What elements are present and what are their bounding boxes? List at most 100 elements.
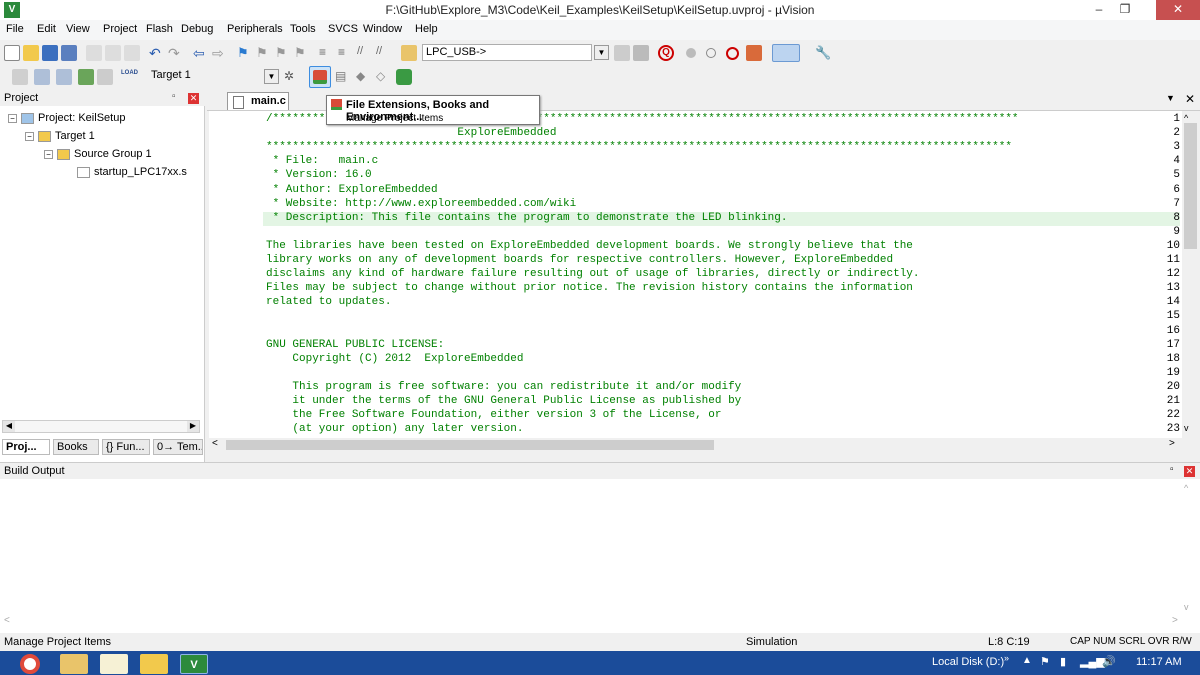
code-line[interactable]: the Free Software Foundation, either ver…: [266, 409, 721, 421]
uvision-taskbar-icon[interactable]: V: [180, 654, 208, 674]
panel-tab[interactable]: Books: [53, 439, 99, 455]
file-explorer-icon[interactable]: [60, 654, 88, 674]
network-icon[interactable]: ▂▄▆: [1080, 655, 1105, 668]
minimize-button[interactable]: –: [1086, 0, 1112, 20]
code-line[interactable]: ****************************************…: [266, 141, 1012, 153]
code-line[interactable]: Copyright (C) 2012 ExploreEmbedded: [266, 353, 523, 365]
target-select[interactable]: Target 1: [148, 68, 263, 85]
uncomment-icon[interactable]: //: [376, 45, 392, 61]
chevron-right-icon[interactable]: >: [1169, 438, 1175, 449]
menu-peripherals[interactable]: Peripherals: [227, 23, 283, 35]
restore-button[interactable]: ❐: [1112, 0, 1138, 20]
pack-installer-icon[interactable]: ◇: [376, 69, 392, 85]
tree-item[interactable]: − Project: KeilSetup: [8, 112, 125, 124]
scrollbar-thumb[interactable]: [226, 440, 714, 450]
pin-icon[interactable]: ▫: [1170, 464, 1174, 475]
code-line[interactable]: * Website: http://www.exploreembedded.co…: [266, 198, 577, 210]
save-icon[interactable]: [42, 45, 58, 61]
pin-icon[interactable]: ▫: [172, 91, 176, 102]
find-in-files-icon[interactable]: [401, 45, 417, 61]
code-line[interactable]: related to updates.: [266, 296, 391, 308]
chevron-down-icon[interactable]: v: [1184, 423, 1189, 433]
unindent-icon[interactable]: ≡: [338, 45, 354, 61]
show-hidden-icons-icon[interactable]: ▲: [1022, 655, 1032, 666]
wrench-icon[interactable]: 🔧: [815, 45, 831, 61]
code-line[interactable]: Files may be subject to change without p…: [266, 282, 913, 294]
find-combo[interactable]: LPC_USB->: [422, 44, 592, 61]
tree-collapse-icon[interactable]: −: [25, 132, 34, 141]
tree-item[interactable]: − Source Group 1: [44, 148, 152, 160]
chevron-right-icon[interactable]: >: [1172, 615, 1178, 626]
target-options-icon[interactable]: ✲: [284, 69, 300, 85]
scrollbar-thumb[interactable]: [1184, 123, 1197, 249]
tray-label[interactable]: Local Disk (D:): [932, 656, 1004, 668]
paint-icon[interactable]: [140, 654, 168, 674]
new-file-icon[interactable]: [4, 45, 20, 61]
next-bookmark-icon[interactable]: ⚑: [275, 45, 291, 61]
close-icon[interactable]: ✕: [188, 93, 199, 104]
packs-icon[interactable]: [396, 69, 412, 85]
comment-icon[interactable]: //: [357, 45, 373, 61]
code-line[interactable]: GNU GENERAL PUBLIC LICENSE:: [266, 339, 444, 351]
code-line[interactable]: ExploreEmbedded: [266, 127, 556, 139]
undo-icon[interactable]: ↶: [149, 45, 165, 61]
panel-tab[interactable]: 0→ Tem...: [153, 439, 203, 455]
code-line[interactable]: This program is free software: you can r…: [266, 381, 741, 393]
chevron-left-icon[interactable]: ◀: [3, 421, 15, 432]
reset-icon[interactable]: [746, 45, 762, 61]
flag-icon[interactable]: ⚑: [1040, 655, 1050, 668]
chevron-down-icon[interactable]: ▼: [1166, 93, 1175, 103]
open-folder-icon[interactable]: [23, 45, 39, 61]
code-line[interactable]: (at your option) any later version.: [266, 423, 523, 435]
manage-rte-icon[interactable]: ▤: [335, 69, 351, 85]
window-layout-button[interactable]: [772, 44, 800, 62]
rebuild-icon[interactable]: [56, 69, 72, 85]
chevron-up-icon[interactable]: ^: [1184, 483, 1188, 493]
indent-icon[interactable]: ≡: [319, 45, 335, 61]
menu-svcs[interactable]: SVCS: [328, 23, 358, 35]
redo-icon[interactable]: ↷: [168, 45, 184, 61]
build-icon[interactable]: [34, 69, 50, 85]
menu-file[interactable]: File: [6, 23, 24, 35]
nav-forward-icon[interactable]: ⇨: [212, 45, 228, 61]
chevron-right-icon[interactable]: ▶: [187, 421, 199, 432]
vertical-scrollbar[interactable]: ^ v: [1182, 111, 1200, 438]
chrome-icon[interactable]: [20, 654, 40, 674]
clock[interactable]: 11:17 AM: [1136, 656, 1182, 668]
batch-build-icon[interactable]: [78, 69, 94, 85]
close-icon[interactable]: ✕: [1184, 466, 1195, 477]
editor-horizontal-scrollbar[interactable]: < >: [209, 438, 1200, 452]
debug-session-icon[interactable]: Q: [658, 45, 674, 61]
translate-icon[interactable]: [12, 69, 28, 85]
clear-bookmarks-icon[interactable]: ⚑: [294, 45, 310, 61]
code-line[interactable]: disclaims any kind of hardware failure r…: [266, 268, 920, 280]
breakpoint-icon[interactable]: [686, 48, 696, 58]
panel-tab[interactable]: Proj...: [2, 439, 50, 455]
tree-item[interactable]: startup_LPC17xx.s: [64, 166, 187, 178]
nav-back-icon[interactable]: ⇦: [193, 45, 209, 61]
menu-debug[interactable]: Debug: [181, 23, 213, 35]
tree-item[interactable]: − Target 1: [25, 130, 95, 142]
close-button[interactable]: ✕: [1156, 0, 1200, 20]
menu-project[interactable]: Project: [103, 23, 137, 35]
save-all-icon[interactable]: [61, 45, 77, 61]
menu-tools[interactable]: Tools: [290, 23, 316, 35]
menu-help[interactable]: Help: [415, 23, 438, 35]
close-icon[interactable]: ✕: [1185, 92, 1195, 106]
chevron-left-icon[interactable]: <: [4, 615, 10, 626]
battery-icon[interactable]: ▮: [1060, 655, 1066, 668]
code-line[interactable]: * Version: 16.0: [266, 169, 372, 181]
tree-collapse-icon[interactable]: −: [44, 150, 53, 159]
prev-bookmark-icon[interactable]: ⚑: [256, 45, 272, 61]
code-line[interactable]: library works on any of development boar…: [266, 254, 893, 266]
code-line[interactable]: * File: main.c: [266, 155, 379, 167]
panel-tab[interactable]: {} Fun...: [102, 439, 150, 455]
chevron-left-icon[interactable]: <: [212, 438, 218, 449]
code-line[interactable]: it under the terms of the GNU General Pu…: [266, 395, 741, 407]
menu-view[interactable]: View: [66, 23, 90, 35]
cut-icon[interactable]: [86, 45, 102, 61]
horizontal-scrollbar[interactable]: ◀ ▶: [2, 420, 200, 433]
notepad-icon[interactable]: [100, 654, 128, 674]
disable-breakpoint-icon[interactable]: [706, 48, 716, 58]
chevron-up-icon[interactable]: ^: [1184, 113, 1188, 123]
